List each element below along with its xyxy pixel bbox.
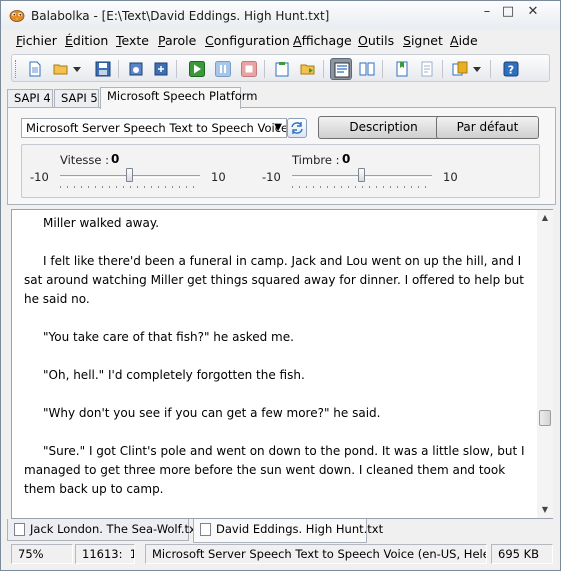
status-voice: Microsoft Server Speech Text to Speech V… [145, 544, 487, 564]
text-paragraph: "Sure." I got Clint's pole and went on d… [24, 444, 525, 496]
text-paragraph: Miller walked away. [43, 216, 160, 230]
play-icon[interactable] [186, 58, 208, 80]
help-icon[interactable]: ? [500, 58, 522, 80]
pitch-max: 10 [443, 170, 458, 184]
pitch-slider-thumb[interactable] [358, 168, 365, 182]
read-file-icon[interactable] [297, 58, 319, 80]
doc-tab-high-hunt[interactable]: David Eddings. High Hunt.txt [193, 519, 383, 543]
voice-panel: Microsoft Server Speech Text to Speech V… [7, 107, 556, 205]
doc-tab-label: David Eddings. High Hunt.txt [216, 522, 384, 536]
editor-content[interactable]: Miller walked away. I felt like there'd … [12, 210, 536, 518]
menu-parole[interactable]: Parole [158, 33, 196, 48]
text-tool-icon[interactable] [416, 58, 438, 80]
toolbar: ? [11, 54, 550, 82]
save-icon[interactable] [92, 58, 114, 80]
voice-dropdown-value: Microsoft Server Speech Text to Speech V… [26, 121, 287, 135]
speech-settings-icon[interactable] [330, 58, 352, 80]
scroll-down-button[interactable]: ▼ [537, 502, 553, 518]
pitch-value: 0 [342, 152, 351, 166]
refresh-voices-button[interactable] [287, 118, 307, 138]
zoom-level: 75% [11, 544, 73, 564]
scroll-up-button[interactable]: ▲ [537, 210, 553, 226]
title-bar[interactable]: Balabolka - [E:\Text\David Eddings. High… [1, 1, 560, 29]
rate-max: 10 [211, 170, 226, 184]
description-button[interactable]: Description [318, 116, 449, 139]
menu-aide[interactable]: Aide [450, 33, 478, 48]
cursor-column: 1 [130, 547, 134, 561]
scrollbar-thumb[interactable] [539, 409, 551, 426]
text-file-icon [200, 523, 211, 536]
rate-slider-thumb[interactable] [126, 168, 133, 182]
pitch-label: Timbre : [292, 153, 340, 167]
text-editor[interactable]: Miller walked away. I felt like there'd … [11, 209, 553, 519]
toolbar-separator [118, 60, 119, 78]
voice-dropdown[interactable]: Microsoft Server Speech Text to Speech V… [21, 118, 287, 138]
menu-bar: Fichier Édition Texte Parole Configurati… [1, 31, 560, 51]
toolbar-grip[interactable] [15, 60, 18, 78]
text-paragraph: "Oh, hell." I'd completely forgotten the… [43, 368, 305, 382]
toolbar-separator [490, 60, 491, 78]
dropdown-arrow-icon[interactable] [470, 58, 482, 80]
toolbar-separator [176, 60, 177, 78]
cursor-position: 11613: 1 [75, 544, 135, 564]
sapi-tabs: SAPI 4 SAPI 5 Microsoft Speech Platform [7, 87, 556, 109]
menu-texte[interactable]: Texte [116, 33, 149, 48]
stop-icon[interactable] [238, 58, 260, 80]
rate-value: 0 [111, 152, 120, 166]
dropdown-arrow-icon[interactable] [70, 58, 82, 80]
pause-icon[interactable] [212, 58, 234, 80]
open-folder-icon[interactable] [50, 58, 72, 80]
menu-fichier[interactable]: Fichier [16, 33, 57, 48]
chevron-down-icon: ▼ [274, 122, 282, 133]
text-file-icon [14, 523, 25, 536]
doc-tab-sea-wolf[interactable]: Jack London. The Sea-Wolf.txt [7, 519, 200, 541]
text-paragraph: "You take care of that fish?" he asked m… [43, 330, 294, 344]
voice-sliders: Vitesse : 0 -10 10 Timbre : 0 -10 10 [21, 144, 540, 198]
text-paragraph: I felt like there'd been a funeral in ca… [24, 254, 524, 306]
rate-slider-ticks [60, 186, 200, 188]
cursor-line: 11613: [82, 547, 123, 561]
menu-edition[interactable]: Édition [65, 33, 108, 48]
menu-affichage[interactable]: Affichage [293, 33, 352, 48]
file-size: 695 KB [491, 544, 553, 564]
export-icon[interactable] [150, 58, 172, 80]
maximize-button[interactable]: □ [495, 3, 521, 21]
tab-sapi5[interactable]: SAPI 5 [54, 89, 99, 108]
default-button[interactable]: Par défaut [436, 116, 539, 139]
save-audio-icon[interactable] [125, 58, 147, 80]
status-bar: 75% 11613: 1 Microsoft Server Speech Tex… [7, 544, 556, 566]
toolbar-separator [382, 60, 383, 78]
combine-icon[interactable] [449, 58, 471, 80]
vertical-scrollbar[interactable]: ▲ ▼ [537, 210, 553, 518]
menu-outils[interactable]: Outils [358, 33, 394, 48]
svg-text:?: ? [508, 64, 514, 77]
refresh-icon [291, 122, 303, 134]
menu-signet[interactable]: Signet [403, 33, 443, 48]
tab-microsoft-speech-platform[interactable]: Microsoft Speech Platform [100, 87, 258, 109]
toolbar-separator [323, 60, 324, 78]
document-tabs: Jack London. The Sea-Wolf.txt David Eddi… [7, 519, 556, 543]
split-icon[interactable] [356, 58, 378, 80]
pitch-slider-ticks [292, 186, 432, 188]
text-paragraph: "Why don't you see if you can get a few … [43, 406, 381, 420]
bookmark-icon[interactable] [391, 58, 413, 80]
window-title: Balabolka - [E:\Text\David Eddings. High… [31, 9, 330, 23]
toolbar-separator [264, 60, 265, 78]
rate-label: Vitesse : [60, 153, 109, 167]
tab-sapi4[interactable]: SAPI 4 [7, 89, 53, 108]
app-window: Balabolka - [E:\Text\David Eddings. High… [0, 0, 561, 571]
close-button[interactable]: ✕ [520, 3, 546, 21]
doc-tab-label: Jack London. The Sea-Wolf.txt [30, 522, 201, 536]
rate-min: -10 [30, 170, 49, 184]
read-clipboard-icon[interactable] [271, 58, 293, 80]
pitch-min: -10 [262, 170, 281, 184]
new-file-icon[interactable] [24, 58, 46, 80]
menu-configuration[interactable]: Configuration [205, 33, 290, 48]
toolbar-separator [442, 60, 443, 78]
parrot-app-icon [9, 10, 25, 22]
